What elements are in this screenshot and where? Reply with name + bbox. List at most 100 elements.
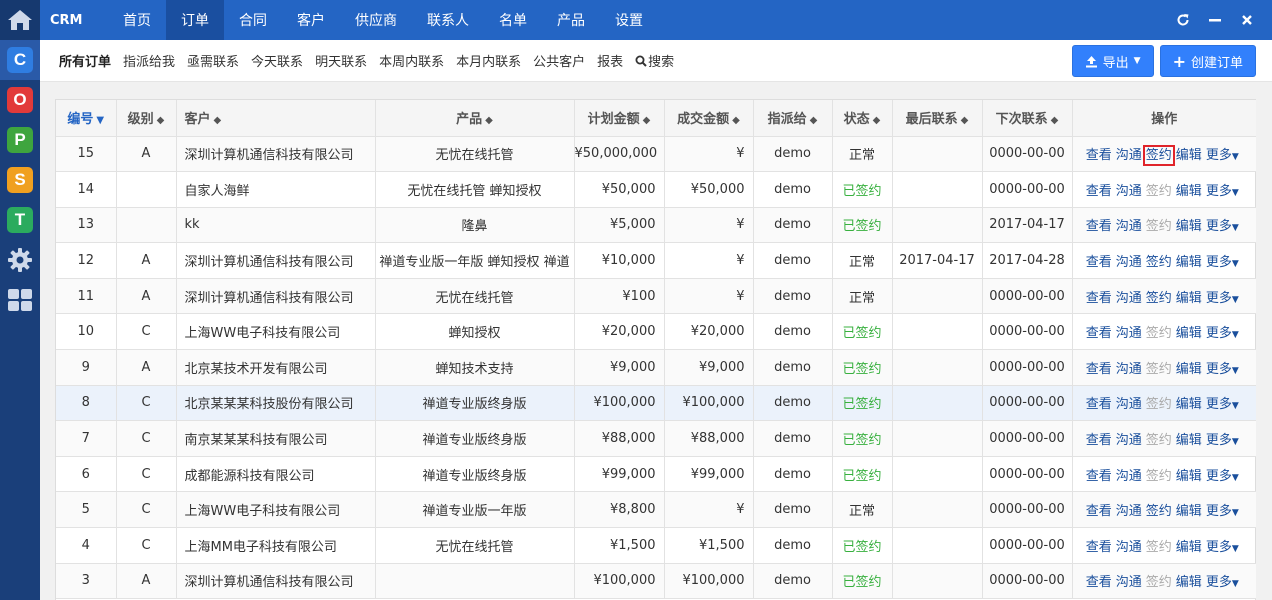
contact-link[interactable]: 沟通 xyxy=(1116,469,1142,484)
more-dropdown[interactable]: 更多▼ xyxy=(1206,148,1239,163)
subnav-all-orders[interactable]: 所有订单 xyxy=(53,51,117,70)
more-dropdown[interactable]: 更多▼ xyxy=(1206,469,1239,484)
view-link[interactable]: 查看 xyxy=(1086,219,1112,234)
table-row[interactable]: 5 C 上海WW电子科技有限公司 禅道专业版一年版 ¥8,800 ¥ demo 正常 0000-… xyxy=(56,491,1256,529)
table-row[interactable]: 6 C 成都能源科技有限公司 禅道专业版终身版 ¥99,000 ¥99,000 demo 已签… xyxy=(56,456,1256,493)
subnav-today[interactable]: 今天联系 xyxy=(245,51,309,70)
home-button[interactable] xyxy=(0,0,40,40)
sign-link[interactable]: 签约 xyxy=(1146,255,1172,270)
more-dropdown[interactable]: 更多▼ xyxy=(1206,219,1239,234)
rail-app-team[interactable]: T xyxy=(0,200,40,240)
contact-link[interactable]: 沟通 xyxy=(1116,184,1142,199)
contact-link[interactable]: 沟通 xyxy=(1116,148,1142,163)
more-dropdown[interactable]: 更多▼ xyxy=(1206,397,1239,412)
contact-link[interactable]: 沟通 xyxy=(1116,575,1142,590)
close-button[interactable] xyxy=(1234,7,1260,33)
nav-suppliers[interactable]: 供应商 xyxy=(340,0,412,40)
view-link[interactable]: 查看 xyxy=(1086,575,1112,590)
more-dropdown[interactable]: 更多▼ xyxy=(1206,255,1239,270)
view-link[interactable]: 查看 xyxy=(1086,540,1112,555)
table-row[interactable]: 3 A 深圳计算机通信科技有限公司 ¥100,000 ¥100,000 demo 已签约 00… xyxy=(56,563,1256,600)
nav-settings[interactable]: 设置 xyxy=(600,0,658,40)
rail-app-project[interactable]: P xyxy=(0,120,40,160)
more-dropdown[interactable]: 更多▼ xyxy=(1206,540,1239,555)
contact-link[interactable]: 沟通 xyxy=(1116,326,1142,341)
table-row[interactable]: 14 自家人海鲜 无忧在线托管 蝉知授权 ¥50,000 ¥50,000 demo 已签约 0… xyxy=(56,171,1256,208)
subnav-assigned-to-me[interactable]: 指派给我 xyxy=(117,51,181,70)
edit-link[interactable]: 编辑 xyxy=(1176,184,1202,199)
contact-link[interactable]: 沟通 xyxy=(1116,291,1142,306)
contact-link[interactable]: 沟通 xyxy=(1116,540,1142,555)
edit-link[interactable]: 编辑 xyxy=(1176,362,1202,377)
view-link[interactable]: 查看 xyxy=(1086,255,1112,270)
rail-app-oa[interactable]: O xyxy=(0,80,40,120)
view-link[interactable]: 查看 xyxy=(1086,291,1112,306)
nav-home[interactable]: 首页 xyxy=(108,0,166,40)
more-dropdown[interactable]: 更多▼ xyxy=(1206,184,1239,199)
nav-leads[interactable]: 名单 xyxy=(484,0,542,40)
edit-link[interactable]: 编辑 xyxy=(1176,219,1202,234)
subnav-reports[interactable]: 报表 xyxy=(591,51,629,70)
col-next-contact[interactable]: 下次联系 ◆ xyxy=(982,100,1073,137)
subnav-this-month[interactable]: 本月内联系 xyxy=(450,51,527,70)
export-button[interactable]: 导出 ▼ xyxy=(1071,45,1154,77)
view-link[interactable]: 查看 xyxy=(1086,184,1112,199)
view-link[interactable]: 查看 xyxy=(1086,148,1112,163)
nav-orders[interactable]: 订单 xyxy=(166,0,224,40)
edit-link[interactable]: 编辑 xyxy=(1176,540,1202,555)
rail-all-apps[interactable] xyxy=(0,280,40,320)
table-row[interactable]: 8 C 北京某某某科技股份有限公司 禅道专业版终身版 ¥100,000 ¥100,000 d… xyxy=(56,385,1256,422)
contact-link[interactable]: 沟通 xyxy=(1116,255,1142,270)
contact-link[interactable]: 沟通 xyxy=(1116,397,1142,412)
more-dropdown[interactable]: 更多▼ xyxy=(1206,433,1239,448)
view-link[interactable]: 查看 xyxy=(1086,362,1112,377)
contact-link[interactable]: 沟通 xyxy=(1116,433,1142,448)
table-row[interactable]: 13 kk 隆鼻 ¥5,000 ¥ demo 已签约 2017-04-17 查看 沟通 签约 编辑 更多… xyxy=(56,207,1256,244)
table-row[interactable]: 15 A 深圳计算机通信科技有限公司 无忧在线托管 ¥50,000,000 ¥ demo 正常… xyxy=(56,136,1256,173)
col-assignee[interactable]: 指派给 ◆ xyxy=(753,100,833,137)
table-row[interactable]: 4 C 上海MM电子科技有限公司 无忧在线托管 ¥1,500 ¥1,500 demo 已签约 0… xyxy=(56,527,1256,564)
col-id[interactable]: 编号 ▼ xyxy=(56,100,117,137)
rail-app-crm[interactable]: C xyxy=(0,40,40,80)
more-dropdown[interactable]: 更多▼ xyxy=(1206,326,1239,341)
table-row[interactable]: 7 C 南京某某某科技有限公司 禅道专业版终身版 ¥88,000 ¥88,000 demo 已… xyxy=(56,420,1256,457)
create-order-button[interactable]: + 创建订单 xyxy=(1159,45,1256,77)
col-plan-amount[interactable]: 计划金额 ◆ xyxy=(574,100,665,137)
contact-link[interactable]: 沟通 xyxy=(1116,504,1142,519)
table-row[interactable]: 12 A 深圳计算机通信科技有限公司 禅道专业版一年版 蝉知授权 禅道 ¥10,000 ¥… xyxy=(56,242,1256,279)
view-link[interactable]: 查看 xyxy=(1086,433,1112,448)
edit-link[interactable]: 编辑 xyxy=(1176,469,1202,484)
col-status[interactable]: 状态 ◆ xyxy=(832,100,893,137)
subnav-tomorrow[interactable]: 明天联系 xyxy=(309,51,373,70)
subnav-urgent-contact[interactable]: 亟需联系 xyxy=(181,51,245,70)
refresh-button[interactable] xyxy=(1170,7,1196,33)
contact-link[interactable]: 沟通 xyxy=(1116,219,1142,234)
view-link[interactable]: 查看 xyxy=(1086,326,1112,341)
nav-products[interactable]: 产品 xyxy=(542,0,600,40)
more-dropdown[interactable]: 更多▼ xyxy=(1206,291,1239,306)
col-product[interactable]: 产品 ◆ xyxy=(375,100,575,137)
subnav-this-week[interactable]: 本周内联系 xyxy=(373,51,450,70)
more-dropdown[interactable]: 更多▼ xyxy=(1206,362,1239,377)
subnav-public-customers[interactable]: 公共客户 xyxy=(527,51,591,70)
nav-customers[interactable]: 客户 xyxy=(282,0,340,40)
sign-link[interactable]: 签约 xyxy=(1142,145,1175,167)
edit-link[interactable]: 编辑 xyxy=(1176,504,1202,519)
view-link[interactable]: 查看 xyxy=(1086,397,1112,412)
edit-link[interactable]: 编辑 xyxy=(1176,255,1202,270)
edit-link[interactable]: 编辑 xyxy=(1176,433,1202,448)
minimize-button[interactable] xyxy=(1202,7,1228,33)
more-dropdown[interactable]: 更多▼ xyxy=(1206,504,1239,519)
subnav-search[interactable]: 搜索 xyxy=(629,51,680,70)
edit-link[interactable]: 编辑 xyxy=(1176,575,1202,590)
edit-link[interactable]: 编辑 xyxy=(1176,326,1202,341)
sign-link[interactable]: 签约 xyxy=(1146,291,1172,306)
nav-contacts[interactable]: 联系人 xyxy=(412,0,484,40)
edit-link[interactable]: 编辑 xyxy=(1176,291,1202,306)
table-row[interactable]: 11 A 深圳计算机通信科技有限公司 无忧在线托管 ¥100 ¥ demo 正常 0000-00… xyxy=(56,278,1256,315)
more-dropdown[interactable]: 更多▼ xyxy=(1206,575,1239,590)
rail-settings[interactable] xyxy=(0,240,40,280)
col-level[interactable]: 级别 ◆ xyxy=(116,100,177,137)
col-deal-amount[interactable]: 成交金额 ◆ xyxy=(664,100,754,137)
col-last-contact[interactable]: 最后联系 ◆ xyxy=(892,100,983,137)
